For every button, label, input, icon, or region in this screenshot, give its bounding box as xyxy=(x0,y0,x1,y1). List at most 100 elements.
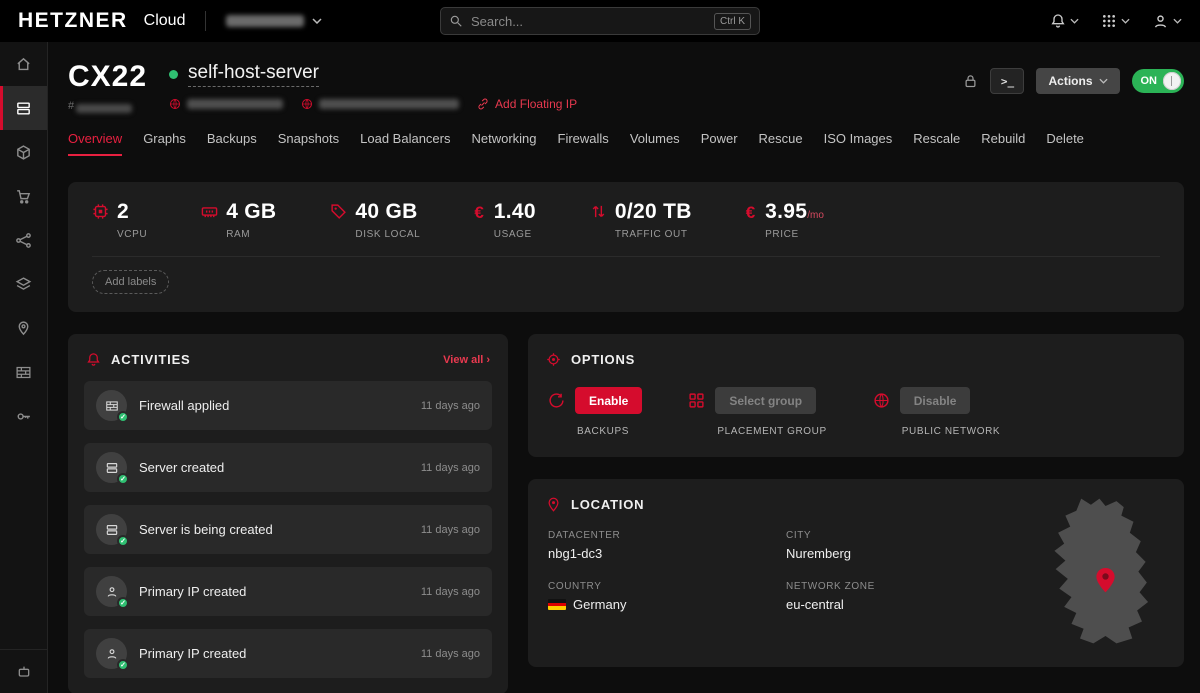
firewall-icon xyxy=(15,364,32,381)
sidebar-item-security[interactable] xyxy=(0,394,47,438)
tab-volumes[interactable]: Volumes xyxy=(630,131,680,156)
option-label: BACKUPS xyxy=(548,426,642,437)
main-content: CX22 # self-host-server xyxy=(48,42,1200,693)
sidebar-item-support[interactable] xyxy=(0,649,47,693)
success-check-icon: ✓ xyxy=(117,473,129,485)
chevron-right-icon: › xyxy=(486,354,490,366)
activity-label: Server is being created xyxy=(139,522,273,537)
options-title: OPTIONS xyxy=(571,352,635,367)
field-value: Nuremberg xyxy=(786,546,1024,561)
tab-networking[interactable]: Networking xyxy=(471,131,536,156)
tab-backups[interactable]: Backups xyxy=(207,131,257,156)
activity-row: ✓ Server created 11 days ago xyxy=(84,443,492,492)
traffic-arrows-icon xyxy=(590,200,607,220)
success-check-icon: ✓ xyxy=(117,535,129,547)
server-id: # xyxy=(68,98,147,113)
add-floating-ip-link[interactable]: Add Floating IP xyxy=(477,97,577,111)
search-bar[interactable]: Ctrl K xyxy=(440,7,760,35)
activity-avatar: ✓ xyxy=(96,576,127,607)
add-labels-button[interactable]: Add labels xyxy=(92,270,169,294)
stat-price: € 3.95/mo PRICE xyxy=(746,200,824,240)
tab-firewalls[interactable]: Firewalls xyxy=(558,131,609,156)
sidebar-item-servers[interactable] xyxy=(0,86,47,130)
search-input[interactable] xyxy=(471,14,706,29)
stat-label: VCPU xyxy=(117,229,147,240)
console-button[interactable]: >_ xyxy=(990,68,1024,94)
home-icon xyxy=(15,56,32,73)
labels-section: Add labels xyxy=(92,256,1160,298)
ipv4-redacted xyxy=(187,99,283,109)
activity-time: 11 days ago xyxy=(421,648,480,660)
user-icon xyxy=(1152,13,1169,30)
tab-load-balancers[interactable]: Load Balancers xyxy=(360,131,450,156)
activity-row: ✓ Primary IP created 11 days ago xyxy=(84,567,492,616)
disable-public-network-button[interactable]: Disable xyxy=(900,387,971,414)
map-pin-icon xyxy=(546,497,561,512)
server-name[interactable]: self-host-server xyxy=(188,62,319,87)
stat-value: 0/20 TB xyxy=(615,200,692,223)
bell-icon xyxy=(1050,13,1066,29)
sidebar-item-images[interactable] xyxy=(0,130,47,174)
sidebar-item-networks[interactable] xyxy=(0,218,47,262)
stat-value: 4 GB xyxy=(226,200,276,223)
notifications-button[interactable] xyxy=(1050,13,1079,29)
ipv6-redacted xyxy=(319,99,459,109)
cube-icon xyxy=(15,144,32,161)
tab-rebuild[interactable]: Rebuild xyxy=(981,131,1025,156)
options-target-icon xyxy=(546,352,561,367)
tab-rescale[interactable]: Rescale xyxy=(913,131,960,156)
stat-value: 1.40 xyxy=(494,200,536,223)
tab-power[interactable]: Power xyxy=(701,131,738,156)
lock-icon[interactable] xyxy=(963,74,978,89)
field-label: NETWORK ZONE xyxy=(786,581,1024,592)
stat-value: 3.95 xyxy=(765,200,807,223)
field-label: COUNTRY xyxy=(548,581,786,592)
chevron-down-icon xyxy=(312,18,322,24)
server-header: CX22 # self-host-server xyxy=(68,60,1184,113)
activity-label: Primary IP created xyxy=(139,646,246,661)
select-group-button[interactable]: Select group xyxy=(715,387,816,414)
activity-time: 11 days ago xyxy=(421,462,480,474)
field-label: CITY xyxy=(786,530,1024,541)
history-icon xyxy=(548,392,565,409)
robot-icon xyxy=(16,664,32,680)
sidebar-item-load-balancers[interactable] xyxy=(0,262,47,306)
activity-label: Firewall applied xyxy=(139,398,229,413)
field-value: nbg1-dc3 xyxy=(548,546,786,561)
sidebar-item-marketplace[interactable] xyxy=(0,174,47,218)
stat-traffic: 0/20 TB TRAFFIC OUT xyxy=(590,200,692,240)
view-all-link[interactable]: View all › xyxy=(443,354,490,366)
tab-delete[interactable]: Delete xyxy=(1046,131,1084,156)
option-backups: Enable BACKUPS xyxy=(548,387,642,437)
account-button[interactable] xyxy=(1152,13,1182,30)
project-selector[interactable] xyxy=(226,15,322,27)
sidebar-item-floating-ips[interactable] xyxy=(0,306,47,350)
server-icon xyxy=(15,100,32,117)
stat-disk: 40 GB DISK LOCAL xyxy=(330,200,420,240)
field-value: eu-central xyxy=(786,597,1024,612)
primary-ipv4 xyxy=(169,98,283,110)
enable-backups-button[interactable]: Enable xyxy=(575,387,642,414)
field-value: Germany xyxy=(573,597,626,612)
activity-avatar: ✓ xyxy=(96,390,127,421)
key-icon xyxy=(15,408,32,425)
toggle-knob xyxy=(1163,72,1181,90)
actions-button[interactable]: Actions xyxy=(1036,68,1119,94)
tab-rescue[interactable]: Rescue xyxy=(759,131,803,156)
apps-button[interactable] xyxy=(1101,13,1130,29)
layers-icon xyxy=(15,276,32,293)
tab-iso-images[interactable]: ISO Images xyxy=(824,131,893,156)
option-label: PUBLIC NETWORK xyxy=(873,426,1000,437)
tab-graphs[interactable]: Graphs xyxy=(143,131,186,156)
tab-overview[interactable]: Overview xyxy=(68,131,122,156)
sidebar-item-home[interactable] xyxy=(0,42,47,86)
cpu-icon xyxy=(92,200,109,220)
power-toggle[interactable]: ON xyxy=(1132,69,1185,93)
tab-snapshots[interactable]: Snapshots xyxy=(278,131,339,156)
stat-value: 40 GB xyxy=(355,200,417,223)
sidebar-item-firewalls[interactable] xyxy=(0,350,47,394)
stat-label: USAGE xyxy=(494,229,536,240)
chevron-down-icon xyxy=(1099,78,1108,84)
stat-label: TRAFFIC OUT xyxy=(615,229,692,240)
sidebar xyxy=(0,42,48,693)
